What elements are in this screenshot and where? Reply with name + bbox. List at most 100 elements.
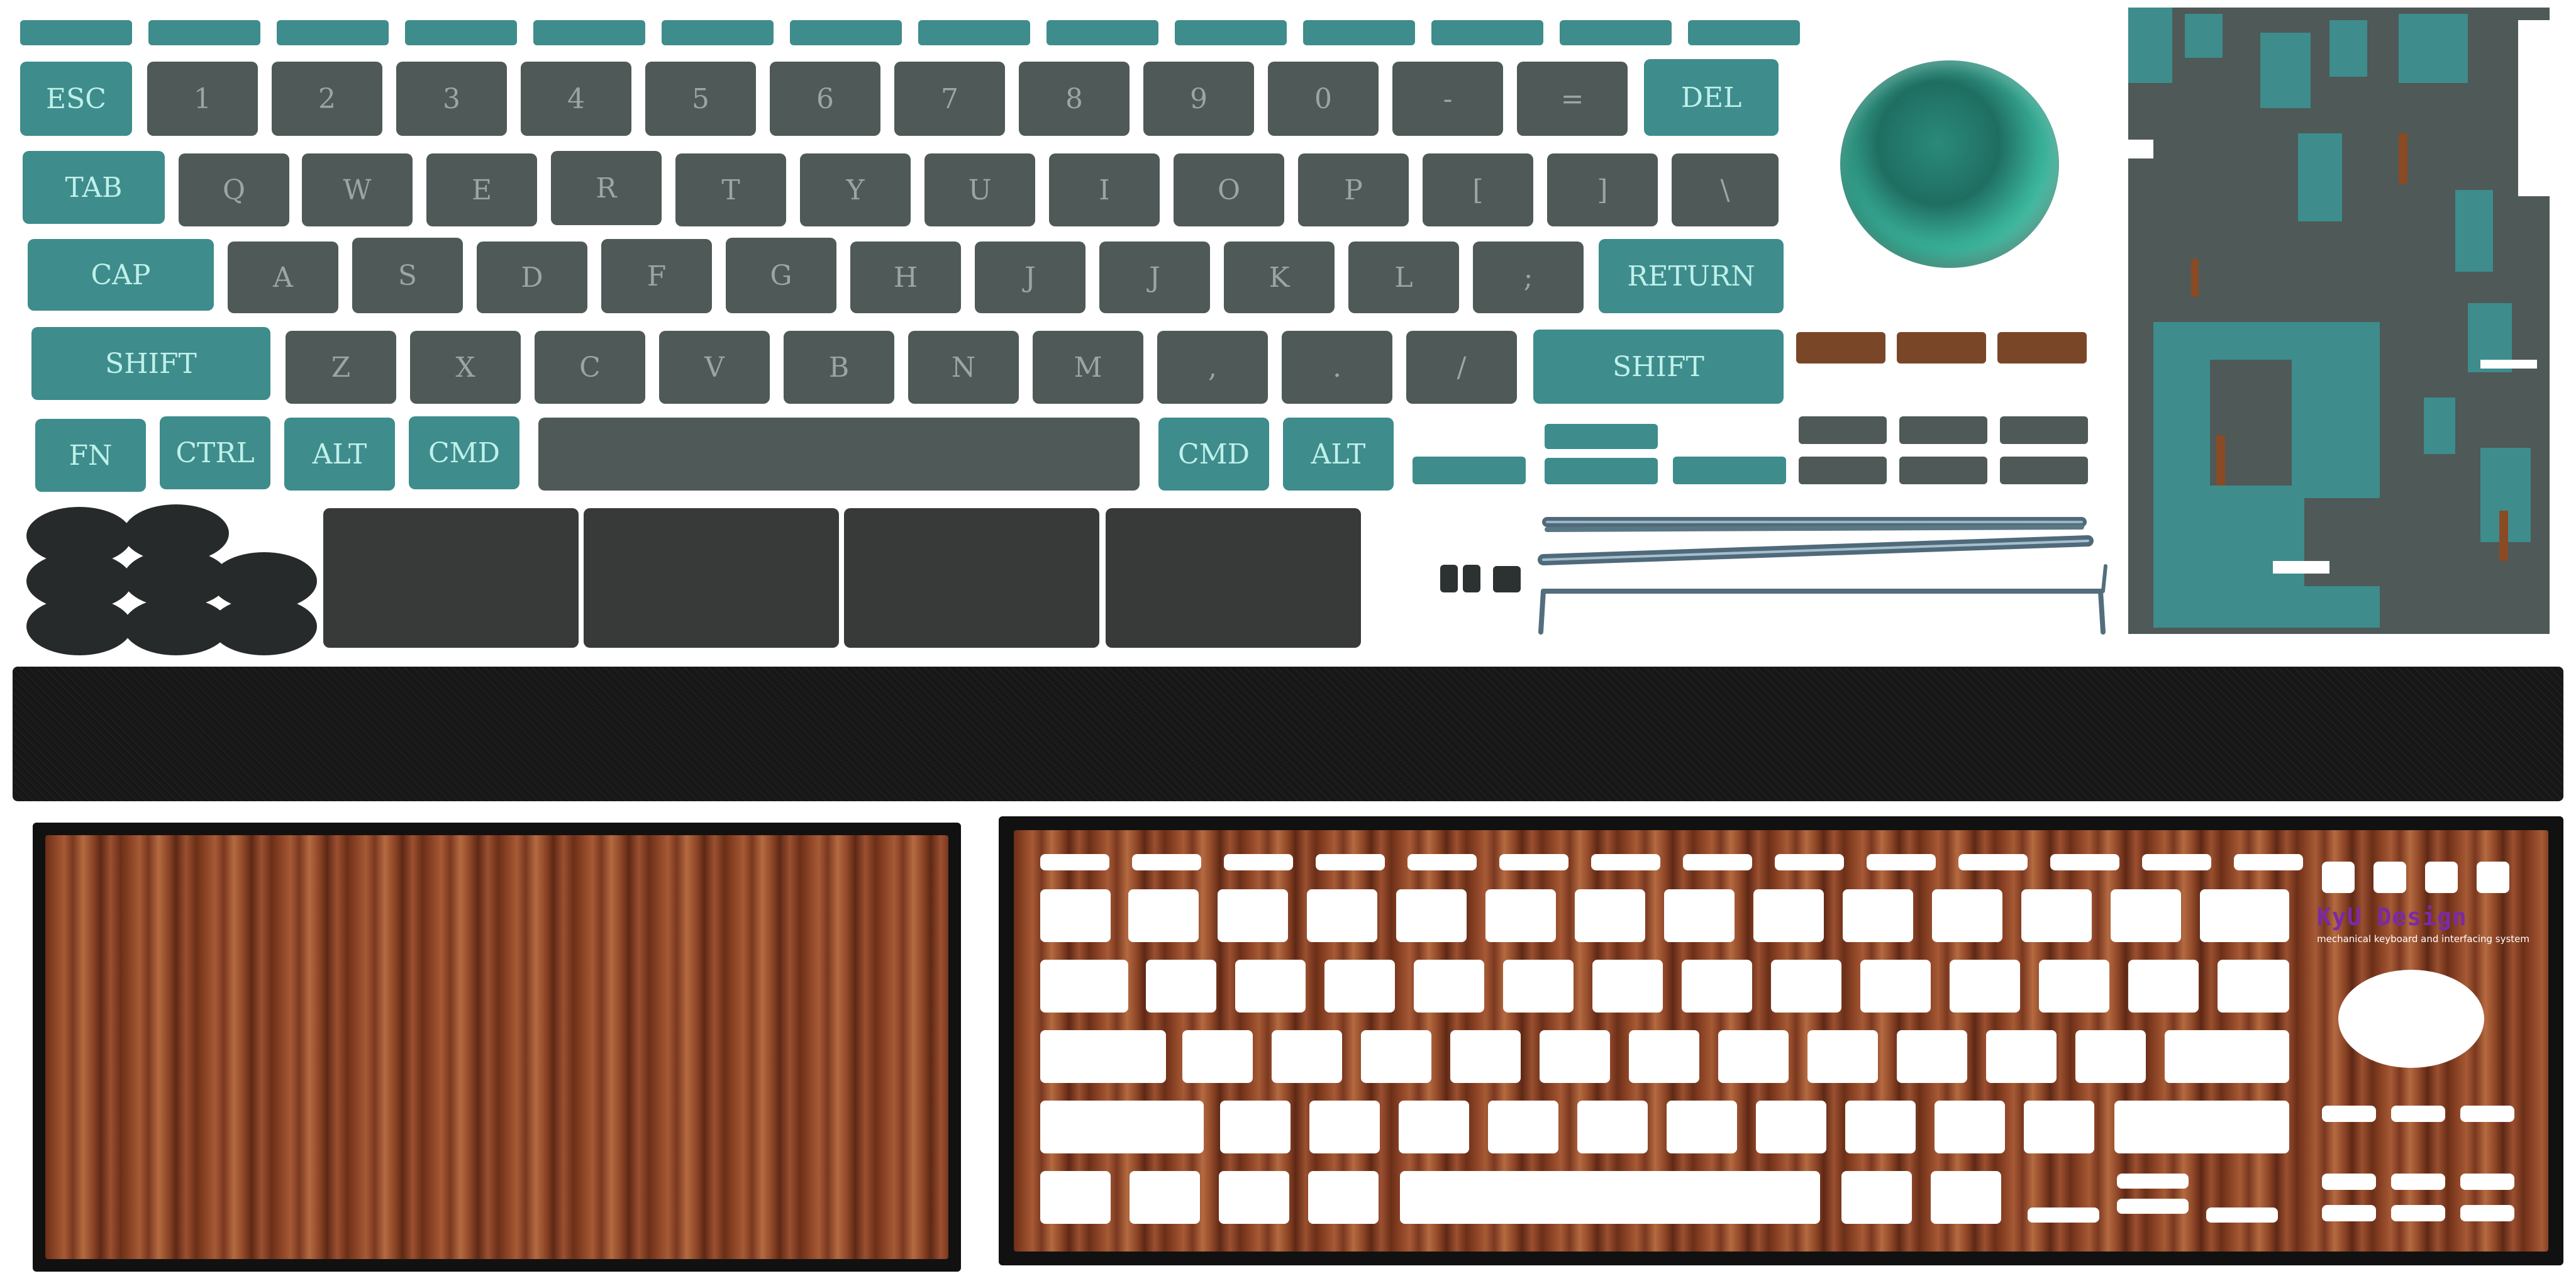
plate-hole-small bbox=[2477, 862, 2509, 893]
plate-hole-key bbox=[1040, 889, 1111, 942]
plate-hole-key bbox=[1488, 1101, 1558, 1153]
brown-block bbox=[1897, 332, 1986, 364]
teal-scrap bbox=[2298, 133, 2342, 221]
nub bbox=[1463, 565, 1480, 592]
plate-hole-key bbox=[1629, 1030, 1699, 1083]
small-teal-strip bbox=[1545, 424, 1658, 449]
teal-scrap bbox=[2260, 33, 2311, 108]
plate-hole-key bbox=[1040, 1030, 1166, 1083]
felt-strip bbox=[13, 667, 2563, 801]
plate-hole-key bbox=[1845, 1101, 1916, 1153]
plate-hole-fn bbox=[1040, 854, 1109, 870]
plate-hole-key bbox=[1756, 1101, 1826, 1153]
plate-hole-key bbox=[1307, 889, 1377, 942]
plate-hole-key bbox=[2200, 889, 2289, 942]
plate-hole-fn bbox=[1683, 854, 1752, 870]
plate-hole-key bbox=[1309, 1101, 1380, 1153]
plate-hole-key bbox=[1843, 889, 1913, 942]
plate-hole-key bbox=[1218, 889, 1288, 942]
gray-block bbox=[1799, 416, 1887, 444]
key-5: 5 bbox=[645, 62, 756, 136]
stabilizer-wires bbox=[1538, 517, 2107, 635]
stabilizer-wire bbox=[2101, 564, 2107, 593]
plate-hole-key bbox=[2165, 1030, 2289, 1083]
plate-hole-key bbox=[2128, 960, 2199, 1013]
function-key bbox=[1431, 20, 1543, 45]
plate-hole-fn bbox=[2050, 854, 2119, 870]
plate-hole-key bbox=[1308, 1171, 1379, 1224]
plate-hole-fn bbox=[1867, 854, 1936, 870]
key-w: W bbox=[302, 153, 413, 226]
plate-hole-key bbox=[1932, 889, 2002, 942]
key-tab: TAB bbox=[23, 151, 165, 224]
function-key bbox=[1175, 20, 1287, 45]
key-slash: / bbox=[1406, 331, 1517, 404]
function-key bbox=[1688, 20, 1800, 45]
key-q: Q bbox=[179, 153, 289, 226]
plate-hole-key bbox=[1540, 1030, 1610, 1083]
plate-hole-key bbox=[1577, 1101, 1648, 1153]
key-x: X bbox=[410, 331, 521, 404]
plate-hole-key bbox=[2111, 889, 2181, 942]
plate-hole-slot bbox=[2117, 1174, 2189, 1189]
key-minus: - bbox=[1392, 62, 1503, 136]
function-key bbox=[148, 20, 260, 45]
plate-hole-fn bbox=[1132, 854, 1201, 870]
small-teal-strip bbox=[1673, 457, 1786, 484]
key-d: D bbox=[477, 242, 587, 313]
key-c: C bbox=[535, 331, 645, 404]
key-8: 8 bbox=[1019, 62, 1130, 136]
brown-scrap bbox=[2399, 133, 2407, 184]
function-key bbox=[533, 20, 645, 45]
key-space bbox=[538, 418, 1140, 491]
key-j: J bbox=[975, 242, 1085, 313]
plate-hole-fn bbox=[1316, 854, 1385, 870]
plate-hole-slot bbox=[2322, 1174, 2376, 1190]
plate-hole-key bbox=[2218, 960, 2289, 1013]
plate-hole-key bbox=[1182, 1030, 1253, 1083]
plate-hole-key bbox=[1272, 1030, 1342, 1083]
plate-hole-key bbox=[2024, 1101, 2094, 1153]
key-l: L bbox=[1348, 242, 1459, 313]
brown-scrap bbox=[2191, 259, 2199, 297]
key-shift-left: SHIFT bbox=[31, 327, 270, 400]
plate-hole-fn bbox=[2234, 854, 2303, 870]
plate-hole-key bbox=[1399, 1101, 1469, 1153]
key-alt-left: ALT bbox=[284, 418, 395, 491]
function-key bbox=[662, 20, 774, 45]
plate-hole-key bbox=[1219, 1171, 1289, 1224]
plate-hole-key bbox=[1931, 1171, 2001, 1224]
teal-scrap bbox=[2185, 14, 2223, 58]
key-shift-right: SHIFT bbox=[1533, 330, 1784, 404]
plate-hole-slot bbox=[2322, 1205, 2376, 1221]
plate-hole-slot bbox=[2391, 1174, 2445, 1190]
key-n: N bbox=[908, 331, 1019, 404]
plate-hole-fn bbox=[2142, 854, 2211, 870]
small-teal-strip bbox=[1545, 458, 1658, 484]
plate-hole-key bbox=[1682, 960, 1752, 1013]
key-7: 7 bbox=[894, 62, 1005, 136]
key-b: B bbox=[784, 331, 894, 404]
stabilizer-wire bbox=[1545, 525, 2084, 532]
key-p: P bbox=[1298, 153, 1409, 226]
key-a: A bbox=[228, 242, 338, 313]
plate-hole-key bbox=[1950, 960, 2020, 1013]
plate-hole-key bbox=[1128, 889, 1199, 942]
teal-scrap bbox=[2128, 8, 2172, 83]
plate-hole-key bbox=[1753, 889, 1824, 942]
function-key bbox=[790, 20, 902, 45]
plate-hole-trackball bbox=[2338, 970, 2484, 1068]
gray-block bbox=[2000, 416, 2088, 444]
stabilizer-wire bbox=[1538, 589, 1546, 635]
key-j-2: J bbox=[1099, 242, 1210, 313]
plate-hole-small bbox=[2373, 862, 2406, 893]
texture-scrap-panel bbox=[2128, 8, 2550, 634]
key-v: V bbox=[659, 331, 770, 404]
key-k: K bbox=[1224, 242, 1335, 313]
plate-hole-key bbox=[1130, 1171, 1200, 1224]
plate-hole-key bbox=[1807, 1030, 1878, 1083]
white-gap bbox=[2273, 561, 2329, 574]
dark-pad bbox=[323, 508, 579, 648]
wood-top-plate: KyU Design mechanical keyboard and inter… bbox=[999, 816, 2563, 1265]
teal-scrap bbox=[2399, 14, 2468, 83]
